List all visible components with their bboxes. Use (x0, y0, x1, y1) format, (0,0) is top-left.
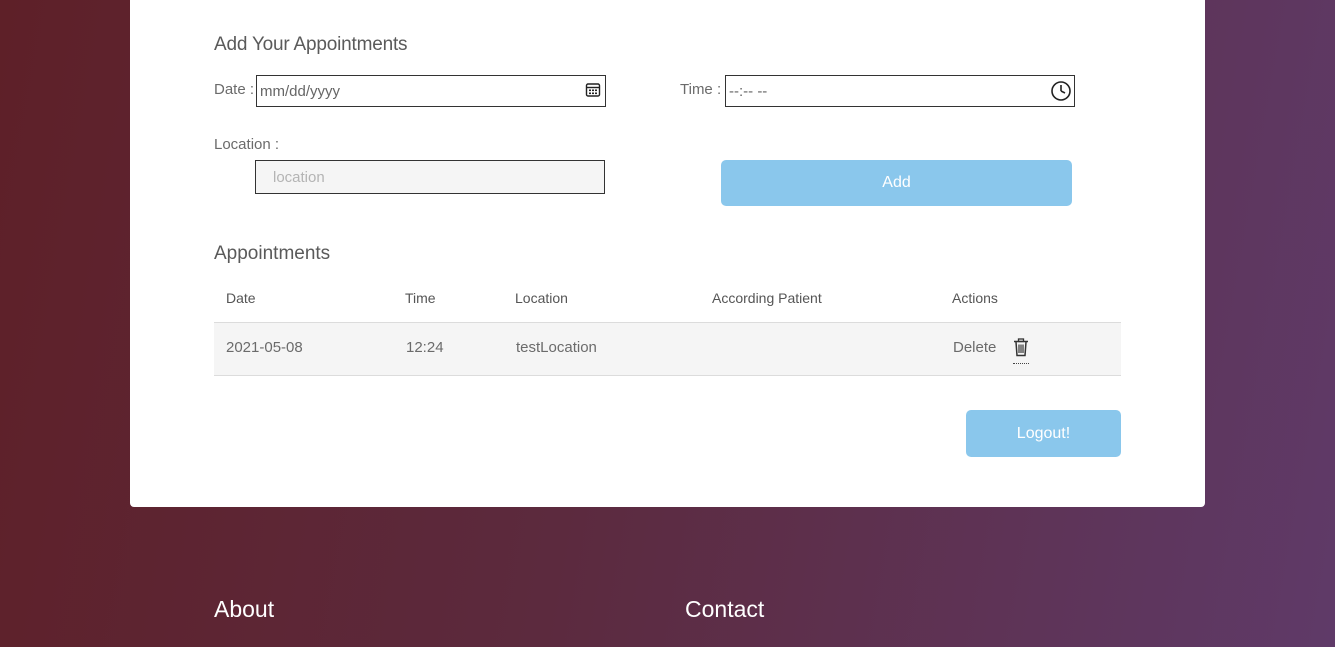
location-label: Location : (214, 136, 280, 153)
appointments-title: Appointments (214, 243, 331, 264)
form-title: Add Your Appointments (214, 34, 408, 55)
time-label: Time : (680, 81, 722, 98)
add-button[interactable]: Add (721, 160, 1072, 206)
time-input[interactable]: --:-- -- (725, 75, 1075, 107)
time-placeholder: --:-- -- (729, 83, 768, 100)
date-input[interactable]: mm/dd/yyyy (256, 75, 606, 107)
logout-button[interactable]: Logout! (966, 410, 1121, 457)
appointments-card: Add Your Appointments Date : mm/dd/yyyy … (130, 0, 1205, 507)
location-placeholder: location (273, 169, 325, 186)
column-header-actions: Actions (952, 290, 998, 306)
row-location: testLocation (516, 339, 597, 356)
column-header-location: Location (515, 290, 568, 306)
calendar-icon[interactable] (585, 81, 601, 103)
date-label: Date : (214, 81, 255, 98)
column-header-date: Date (226, 290, 256, 306)
clock-icon[interactable] (1050, 80, 1072, 106)
row-date: 2021-05-08 (226, 339, 303, 356)
trash-icon[interactable] (1013, 338, 1029, 364)
column-header-patient: According Patient (712, 290, 822, 306)
location-input[interactable]: location (255, 160, 605, 194)
delete-link[interactable]: Delete (953, 339, 996, 356)
footer-contact-heading: Contact (685, 596, 765, 622)
footer-about-heading: About (214, 596, 275, 622)
column-header-time: Time (405, 290, 436, 306)
row-time: 12:24 (406, 339, 444, 356)
date-placeholder: mm/dd/yyyy (260, 83, 341, 100)
